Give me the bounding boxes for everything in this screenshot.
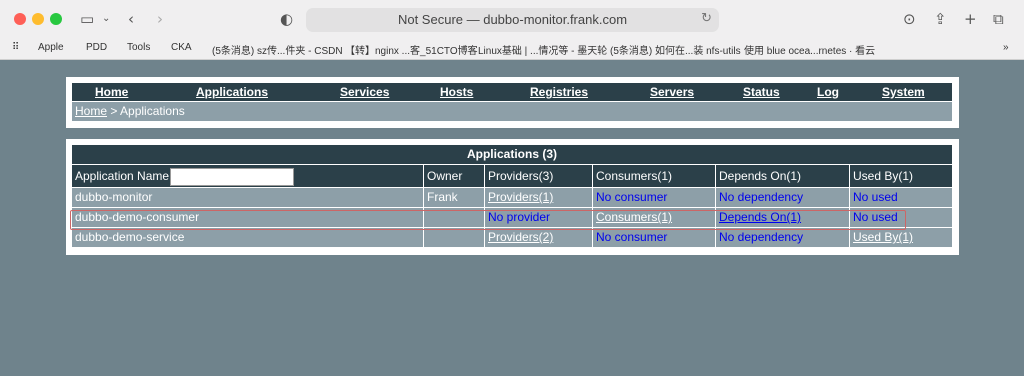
- nav-services[interactable]: Services: [340, 85, 389, 99]
- breadcrumb-separator: >: [107, 104, 121, 118]
- nav-applications[interactable]: Applications: [196, 85, 268, 99]
- col-depends-on: Depends On(1): [716, 165, 849, 187]
- col-owner: Owner: [424, 165, 484, 187]
- bookmark-cka[interactable]: CKA: [171, 42, 192, 53]
- table-row-consumers-cell: No consumer: [593, 188, 715, 207]
- bookmarks-bar: ⠿ Apple PDD Tools CKA (5条消息) sz传...件夹 - …: [0, 38, 1024, 60]
- table-row-depends-cell: No dependency: [716, 188, 849, 207]
- applications-title: Applications (3): [72, 145, 952, 164]
- table-row-providers-cell: Providers(2): [485, 228, 592, 247]
- depends-status: No dependency: [719, 190, 804, 204]
- breadcrumb: Home > Applications: [72, 102, 952, 121]
- highlight-box: [70, 210, 906, 230]
- nav-log[interactable]: Log: [817, 85, 839, 99]
- minimize-window-button[interactable]: [32, 13, 44, 25]
- bookmarks-grid-icon[interactable]: ⠿: [12, 42, 19, 53]
- zoom-window-button[interactable]: [50, 13, 62, 25]
- chevron-down-icon[interactable]: ⌄: [102, 9, 110, 29]
- col-consumers: Consumers(1): [593, 165, 715, 187]
- col-used-by: Used By(1): [850, 165, 952, 187]
- application-name-filter-input[interactable]: [170, 168, 294, 186]
- bookmark-nfs[interactable]: (5条消息) 如何在...装 nfs-utils: [610, 42, 741, 57]
- more-bookmarks-icon[interactable]: »: [1003, 42, 1009, 53]
- nav-bar: Home Applications Services Hosts Registr…: [72, 83, 952, 101]
- back-icon[interactable]: ‹: [128, 9, 134, 29]
- bookmark-tools[interactable]: Tools: [127, 42, 150, 53]
- navigation-panel: Home Applications Services Hosts Registr…: [66, 77, 959, 128]
- usedby-status: No used: [853, 190, 898, 204]
- col-application-name: Application Name:: [72, 165, 423, 187]
- nav-servers[interactable]: Servers: [650, 85, 694, 99]
- bookmark-apple[interactable]: Apple: [38, 42, 64, 53]
- address-bar[interactable]: Not Secure — dubbo-monitor.frank.com ↻: [306, 8, 719, 32]
- sidebar-icon[interactable]: ▭: [80, 9, 94, 29]
- table-row-owner: [424, 228, 484, 247]
- table-row-consumers-cell: No consumer: [593, 228, 715, 247]
- col-application-name-label: Application Name:: [75, 169, 173, 183]
- forward-icon[interactable]: ›: [157, 9, 163, 29]
- applications-panel: Applications (3) Application Name: Owner…: [66, 139, 959, 255]
- close-window-button[interactable]: [14, 13, 26, 25]
- share-icon[interactable]: ⇪: [934, 9, 947, 29]
- browser-window: ▭ ⌄ ‹ › ◐ Not Secure — dubbo-monitor.fra…: [0, 0, 1024, 376]
- col-providers: Providers(3): [485, 165, 592, 187]
- consumers-status: No consumer: [596, 190, 668, 204]
- shield-icon[interactable]: ◐: [280, 9, 293, 29]
- table-row-depends-cell: No dependency: [716, 228, 849, 247]
- breadcrumb-current: Applications: [120, 104, 185, 118]
- bookmark-csdn[interactable]: (5条消息) sz传...件夹 - CSDN: [212, 42, 343, 57]
- nav-hosts[interactable]: Hosts: [440, 85, 473, 99]
- consumers-status: No consumer: [596, 230, 668, 244]
- title-bar: ▭ ⌄ ‹ › ◐ Not Secure — dubbo-monitor.fra…: [0, 0, 1024, 38]
- new-tab-icon[interactable]: +: [964, 9, 977, 29]
- table-row-name: dubbo-demo-service: [72, 228, 423, 247]
- providers-link[interactable]: Providers(1): [488, 190, 553, 204]
- tab-overview-icon[interactable]: ⧉: [993, 9, 1004, 29]
- providers-link[interactable]: Providers(2): [488, 230, 553, 244]
- bookmark-pdd[interactable]: PDD: [86, 42, 107, 53]
- table-row-owner: Frank: [424, 188, 484, 207]
- nav-home[interactable]: Home: [95, 85, 128, 99]
- nav-system[interactable]: System: [882, 85, 925, 99]
- table-row-name: dubbo-monitor: [72, 188, 423, 207]
- breadcrumb-home[interactable]: Home: [75, 104, 107, 118]
- bookmark-modb[interactable]: Linux基础 | ...情况等 - 墨天轮: [478, 42, 607, 57]
- table-row-providers-cell: Providers(1): [485, 188, 592, 207]
- used-by-link[interactable]: Used By(1): [853, 230, 913, 244]
- url-text: Not Secure — dubbo-monitor.frank.com: [397, 12, 628, 27]
- nav-registries[interactable]: Registries: [530, 85, 588, 99]
- bookmark-kanyun[interactable]: 使用 blue ocea...rnetes · 看云: [744, 42, 875, 57]
- download-icon[interactable]: ⊙: [903, 9, 916, 29]
- reload-icon[interactable]: ↻: [701, 11, 712, 26]
- nav-status[interactable]: Status: [743, 85, 780, 99]
- depends-status: No dependency: [719, 230, 804, 244]
- bookmark-51cto[interactable]: 【转】nginx ...客_51CTO博客: [345, 42, 478, 57]
- table-row-usedby-cell: Used By(1): [850, 228, 952, 247]
- table-row-usedby-cell: No used: [850, 188, 952, 207]
